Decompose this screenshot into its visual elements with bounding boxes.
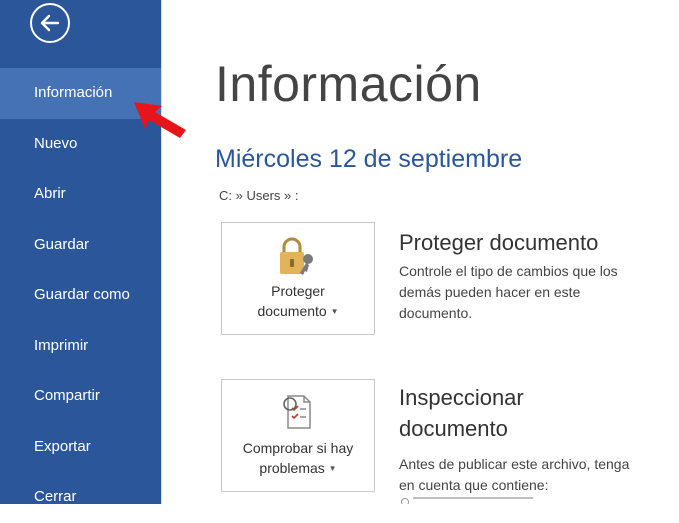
nav-item-cerrar[interactable]: Cerrar bbox=[0, 472, 161, 523]
truncated-text bbox=[413, 497, 533, 499]
check-label-line1: Comprobar si hay bbox=[242, 440, 354, 456]
protect-label-line1: Proteger bbox=[271, 283, 325, 299]
info-panel: Información Miércoles 12 de septiembre C… bbox=[162, 0, 679, 504]
page-title: Información bbox=[215, 56, 482, 112]
nav-item-guardar[interactable]: Guardar bbox=[0, 220, 161, 271]
inspect-checklist-icon bbox=[283, 395, 311, 429]
check-label-line2: problemas bbox=[259, 460, 325, 476]
check-issues-button[interactable]: Comprobar si hay problemas ▼ bbox=[221, 379, 375, 492]
back-button[interactable] bbox=[30, 3, 70, 43]
document-path[interactable]: C: » Users » : bbox=[219, 188, 298, 203]
protect-document-heading: Proteger documento bbox=[399, 230, 599, 255]
protect-document-description: Controle el tipo de cambios que los demá… bbox=[399, 263, 618, 321]
inspect-document-heading: Inspeccionar documento bbox=[399, 382, 524, 444]
inspect-item-truncated bbox=[399, 496, 559, 504]
protect-document-label: Proteger documento ▼ bbox=[222, 281, 374, 322]
inspect-heading-line2: documento bbox=[399, 416, 508, 441]
dropdown-caret-icon: ▼ bbox=[328, 464, 337, 473]
nav-item-guardar-como[interactable]: Guardar como bbox=[0, 270, 161, 321]
nav-item-abrir[interactable]: Abrir bbox=[0, 169, 161, 220]
nav-item-exportar[interactable]: Exportar bbox=[0, 422, 161, 473]
backstage-sidebar: Información Nuevo Abrir Guardar Guardar … bbox=[0, 0, 161, 505]
nav-item-compartir[interactable]: Compartir bbox=[0, 371, 161, 422]
protect-document-button[interactable]: Proteger documento ▼ bbox=[221, 222, 375, 335]
dropdown-caret-icon: ▼ bbox=[330, 307, 339, 316]
bullet-icon bbox=[401, 498, 409, 504]
document-name: Miércoles 12 de septiembre bbox=[215, 145, 523, 173]
inspect-document-description: Antes de publicar este archivo, tenga en… bbox=[399, 456, 630, 493]
nav-item-imprimir[interactable]: Imprimir bbox=[0, 321, 161, 372]
check-issues-label: Comprobar si hay problemas ▼ bbox=[222, 438, 374, 479]
arrow-left-icon bbox=[40, 14, 60, 32]
inspect-heading-line1: Inspeccionar bbox=[399, 385, 524, 410]
lock-key-icon bbox=[280, 237, 313, 275]
protect-label-line2: documento bbox=[257, 303, 327, 319]
